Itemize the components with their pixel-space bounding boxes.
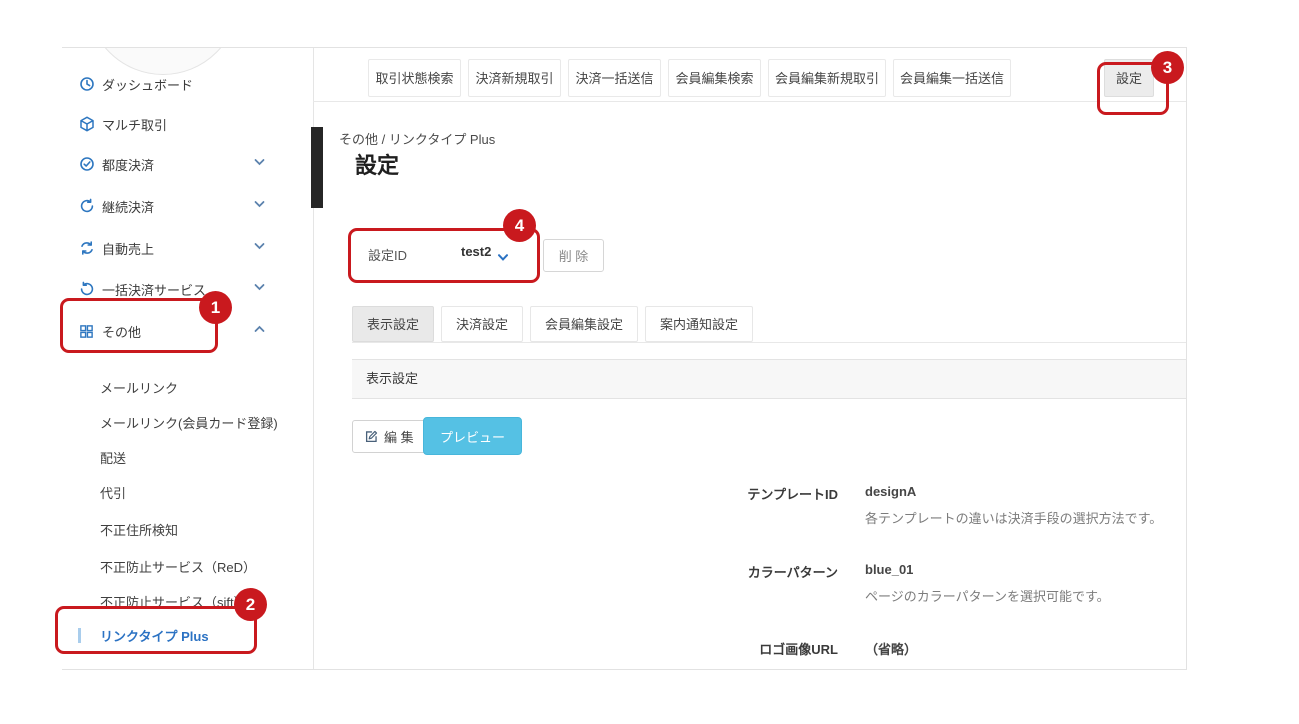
sidebar-subitem-cod[interactable]: 代引 (100, 483, 126, 501)
chevron-down-icon (254, 200, 265, 208)
setting-id-value-dropdown[interactable]: test2 (461, 244, 491, 259)
sidebar-subitem-mail-link-member-card[interactable]: メールリンク(会員カード登録) (100, 413, 278, 431)
chevron-down-icon[interactable] (497, 249, 509, 267)
tab-member-edit-bulk-send[interactable]: 会員編集一括送信 (893, 59, 1011, 97)
page-title: 設定 (355, 148, 399, 180)
subtab-payment-settings[interactable]: 決済設定 (441, 306, 523, 342)
breadcrumb: その他 / リンクタイプ Plus (339, 129, 495, 148)
sidebar-item-bulk-payment-service[interactable]: 一括決済サービス (78, 279, 300, 299)
field-label: カラーパターン (352, 562, 838, 605)
sidebar-subitem-link-type-plus[interactable]: リンクタイプ Plus (100, 626, 209, 644)
field-description: ページのカラーパターンを選択可能です。 (865, 586, 1110, 605)
sidebar-item-auto-sales[interactable]: 自動売上 (78, 238, 300, 258)
field-description: 各テンプレートの違いは決済手段の選択方法です。 (865, 508, 1162, 527)
edit-button[interactable]: 編 集 (352, 420, 427, 453)
title-accent-bar (311, 127, 323, 208)
preview-button[interactable]: プレビュー (423, 417, 522, 455)
tab-member-edit-search[interactable]: 会員編集検索 (668, 59, 761, 97)
clock-icon (78, 76, 95, 93)
chevron-down-icon (254, 158, 265, 166)
sub-tab-bar-underline (352, 342, 1186, 343)
sidebar-item-onetime-payment[interactable]: 都度決済 (78, 154, 300, 174)
sidebar-subitem-fraud-prevention-sift[interactable]: 不正防止サービス（sift） (100, 592, 247, 610)
field-row-template-id: テンプレートID designA 各テンプレートの違いは決済手段の選択方法です。 (352, 484, 1186, 527)
grid-icon (78, 323, 95, 340)
delete-button[interactable]: 削 除 (543, 239, 604, 272)
tab-transaction-status-search[interactable]: 取引状態検索 (368, 59, 461, 97)
tab-settings[interactable]: 設定 (1104, 59, 1154, 97)
check-circle-icon (78, 156, 95, 173)
chevron-down-icon (254, 242, 265, 250)
sidebar-item-label: 一括決済サービス (102, 280, 206, 299)
panel-header-display-settings: 表示設定 (352, 359, 1186, 399)
sidebar-item-label: ダッシュボード (102, 75, 193, 94)
app-region: ダッシュボード マルチ取引 都度決済 (62, 47, 1187, 670)
sync-icon (78, 240, 95, 257)
tab-bar-underline (313, 101, 1186, 102)
cube-icon (78, 116, 95, 133)
field-row-color-pattern: カラーパターン blue_01 ページのカラーパターンを選択可能です。 (352, 562, 1186, 605)
tab-payment-bulk-send[interactable]: 決済一括送信 (568, 59, 661, 97)
sidebar: ダッシュボード マルチ取引 都度決済 (62, 48, 313, 669)
sidebar-item-label: マルチ取引 (102, 115, 167, 134)
rotate-icon (78, 198, 95, 215)
sidebar-subitem-fraud-address-detection[interactable]: 不正住所検知 (100, 520, 178, 538)
chevron-up-icon (254, 325, 265, 333)
field-value: designA (865, 484, 1162, 499)
main-content: 取引状態検索 決済新規取引 決済一括送信 会員編集検索 会員編集新規取引 会員編… (313, 48, 1186, 669)
subtab-member-edit-settings[interactable]: 会員編集設定 (530, 306, 638, 342)
history-icon (78, 281, 95, 298)
field-value: blue_01 (865, 562, 1110, 577)
active-item-bar (78, 628, 81, 643)
field-row-logo-image-url: ロゴ画像URL （省略） (352, 639, 1186, 658)
sidebar-item-label: 都度決済 (102, 155, 154, 174)
setting-id-label: 設定ID (368, 245, 407, 264)
sidebar-item-others[interactable]: その他 (78, 321, 300, 341)
field-label: テンプレートID (352, 484, 838, 527)
tab-payment-new-transaction[interactable]: 決済新規取引 (468, 59, 561, 97)
settings-sub-tab-bar: 表示設定 決済設定 会員編集設定 案内通知設定 (352, 306, 753, 342)
sidebar-item-label: 自動売上 (102, 239, 154, 258)
sidebar-subitem-delivery[interactable]: 配送 (100, 448, 126, 466)
tab-member-edit-new-transaction[interactable]: 会員編集新規取引 (768, 59, 886, 97)
chevron-down-icon (254, 283, 265, 291)
sidebar-subitem-mail-link[interactable]: メールリンク (100, 378, 178, 396)
field-value: （省略） (865, 639, 917, 658)
top-tab-bar: 取引状態検索 決済新規取引 決済一括送信 会員編集検索 会員編集新規取引 会員編… (368, 59, 1154, 97)
edit-pencil-icon (365, 430, 378, 443)
sidebar-item-label: その他 (102, 322, 141, 341)
sidebar-item-dashboard[interactable]: ダッシュボード (78, 74, 300, 94)
field-label: ロゴ画像URL (352, 639, 838, 658)
sidebar-item-multi-transaction[interactable]: マルチ取引 (78, 114, 300, 134)
sidebar-item-label: 継続決済 (102, 197, 154, 216)
sidebar-item-recurring-payment[interactable]: 継続決済 (78, 196, 300, 216)
screenshot-canvas: ダッシュボード マルチ取引 都度決済 (0, 0, 1299, 724)
edit-button-label: 編 集 (384, 427, 414, 446)
sidebar-subitem-fraud-prevention-red[interactable]: 不正防止サービス（ReD） (100, 557, 256, 575)
subtab-notification-settings[interactable]: 案内通知設定 (645, 306, 753, 342)
subtab-display-settings[interactable]: 表示設定 (352, 306, 434, 342)
